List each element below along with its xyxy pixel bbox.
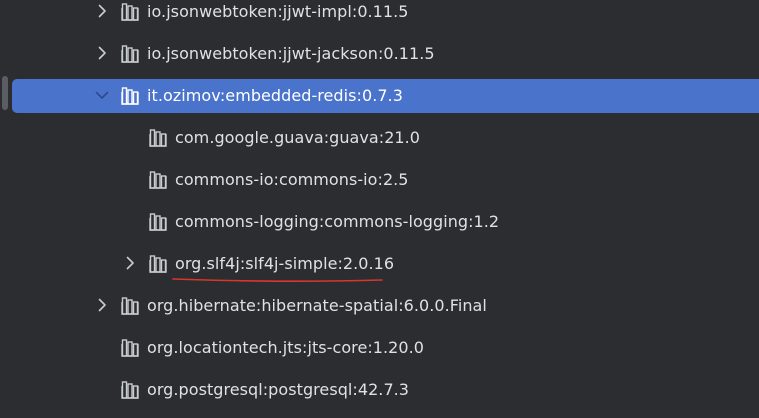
dependency-tree: io.jsonwebtoken:jjwt-impl:0.11.5 io.json… <box>0 0 759 418</box>
tree-row-jjwt-impl[interactable]: io.jsonwebtoken:jjwt-impl:0.11.5 <box>0 0 759 29</box>
tree-item-label: com.google.guava:guava:21.0 <box>175 128 421 147</box>
tree-item-label: org.postgresql:postgresql:42.7.3 <box>147 380 410 399</box>
tree-row-hibernate-spatial[interactable]: org.hibernate:hibernate-spatial:6.0.0.Fi… <box>0 289 759 323</box>
library-icon <box>148 213 168 231</box>
library-icon <box>120 3 140 21</box>
tree-item-label: org.slf4j:slf4j-simple:2.0.16 <box>175 254 395 273</box>
library-icon <box>148 255 168 273</box>
chevron-right-icon[interactable] <box>94 297 110 313</box>
tree-row-jts-core[interactable]: org.locationtech.jts:jts-core:1.20.0 <box>0 331 759 365</box>
library-icon <box>120 297 140 315</box>
library-icon <box>120 87 140 105</box>
tree-row-guava[interactable]: com.google.guava:guava:21.0 <box>0 121 759 155</box>
tree-row-postgresql[interactable]: org.postgresql:postgresql:42.7.3 <box>0 373 759 407</box>
tree-row-jjwt-jackson[interactable]: io.jsonwebtoken:jjwt-jackson:0.11.5 <box>0 37 759 71</box>
chevron-right-icon[interactable] <box>122 255 138 271</box>
chevron-down-icon[interactable] <box>94 87 110 103</box>
tree-row-commons-logging[interactable]: commons-logging:commons-logging:1.2 <box>0 205 759 239</box>
chevron-right-icon[interactable] <box>94 45 110 61</box>
library-icon <box>120 45 140 63</box>
tree-item-label: org.hibernate:hibernate-spatial:6.0.0.Fi… <box>147 296 487 315</box>
library-icon <box>148 171 168 189</box>
tree-item-label: commons-io:commons-io:2.5 <box>175 170 409 189</box>
library-icon <box>120 381 140 399</box>
annotation-underline <box>172 278 383 282</box>
tree-row-commons-io[interactable]: commons-io:commons-io:2.5 <box>0 163 759 197</box>
library-icon <box>148 129 168 147</box>
chevron-right-icon[interactable] <box>94 3 110 19</box>
tree-item-label: org.locationtech.jts:jts-core:1.20.0 <box>147 338 424 357</box>
tree-item-label: commons-logging:commons-logging:1.2 <box>175 212 500 231</box>
tree-item-label: io.jsonwebtoken:jjwt-impl:0.11.5 <box>147 2 409 21</box>
tree-item-label: io.jsonwebtoken:jjwt-jackson:0.11.5 <box>147 44 435 63</box>
tree-item-label: it.ozimov:embedded-redis:0.7.3 <box>147 86 403 105</box>
library-icon <box>120 339 140 357</box>
tree-row-embedded-redis[interactable]: it.ozimov:embedded-redis:0.7.3 <box>0 79 759 113</box>
